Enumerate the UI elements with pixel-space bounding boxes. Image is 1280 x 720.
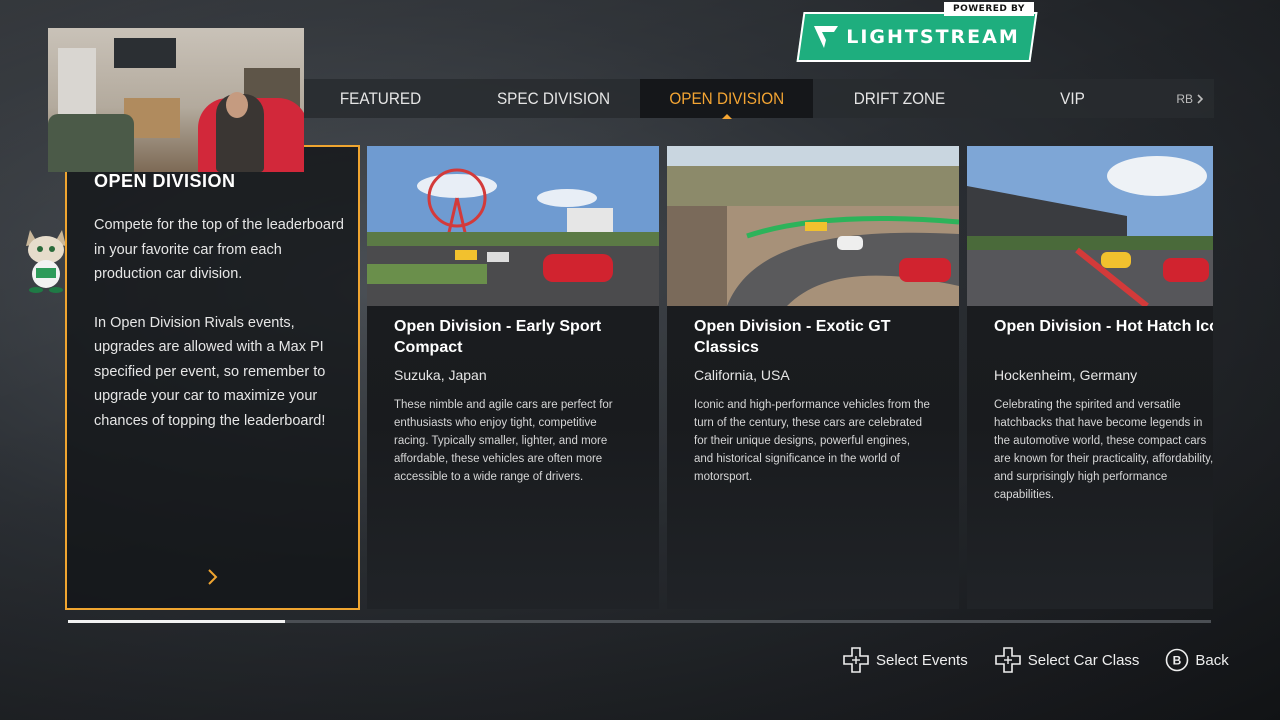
event-card[interactable]: Open Division - Exotic GT Classics Calif… — [667, 146, 959, 609]
select-car-class-hint[interactable]: Select Car Class — [994, 646, 1140, 674]
event-image — [367, 146, 659, 306]
dpad-icon — [843, 647, 869, 673]
lightstream-logo: LIGHTSTREAM — [796, 12, 1038, 62]
scroll-progress-bar — [68, 620, 1211, 623]
select-car-class-label: Select Car Class — [1027, 651, 1140, 669]
back-hint[interactable]: B Back — [1165, 648, 1229, 672]
rb-button-label: RB — [1176, 91, 1193, 106]
event-location: Hockenheim, Germany — [994, 367, 1138, 383]
event-title: Open Division - Hot Hatch Icons — [994, 318, 1213, 335]
back-label: Back — [1195, 651, 1229, 669]
event-card[interactable]: Open Division - Hot Hatch Icons Hockenhe… — [967, 146, 1213, 609]
next-tab-hint[interactable]: RB — [1176, 92, 1204, 106]
event-image — [967, 146, 1213, 306]
intro-title: OPEN DIVISION — [94, 171, 236, 191]
select-events-label: Select Events — [876, 651, 968, 669]
tab-featured[interactable]: FEATURED — [303, 79, 459, 118]
event-location: California, USA — [694, 367, 790, 383]
chevron-right-icon — [208, 569, 218, 585]
select-events-hint[interactable]: Select Events — [842, 646, 968, 674]
b-button-icon: B — [1166, 648, 1189, 672]
scroll-progress-fill — [68, 620, 286, 623]
lightstream-logo-icon — [814, 26, 839, 48]
event-location: Suzuka, Japan — [394, 367, 487, 383]
logo-text: LIGHTSTREAM — [846, 26, 1020, 48]
intro-body: Compete for the top of the leaderboard i… — [94, 213, 344, 433]
event-description: Iconic and high-performance vehicles fro… — [694, 399, 930, 483]
event-title: Open Division - Exotic GT Classics — [694, 318, 891, 356]
powered-by-label: POWERED BY — [944, 2, 1034, 16]
tab-spec-division[interactable]: SPEC DIVISION — [476, 79, 632, 118]
division-intro-card[interactable]: OPEN DIVISION Compete for the top of the… — [65, 145, 360, 610]
fox-mascot-icon — [26, 230, 66, 293]
tab-open-division[interactable]: OPEN DIVISION — [640, 79, 813, 119]
dpad-icon — [994, 647, 1021, 673]
event-description: These nimble and agile cars are perfect … — [394, 399, 613, 483]
event-title: Open Division - Early Sport Compact — [394, 318, 602, 356]
intro-paragraph: Compete for the top of the leaderboard i… — [94, 217, 344, 282]
intro-paragraph: In Open Division Rivals events, upgrades… — [94, 314, 326, 429]
chevron-right-icon — [1197, 93, 1204, 104]
event-card[interactable]: Open Division - Early Sport Compact Suzu… — [367, 146, 659, 609]
tab-drift-zone[interactable]: DRIFT ZONE — [822, 79, 978, 118]
controller-hints: Select Events Select Car Class B Back — [842, 646, 1229, 674]
svg-text:B: B — [1173, 654, 1182, 668]
event-description: Celebrating the spirited and versatile h… — [994, 399, 1213, 501]
tab-vip[interactable]: VIP — [995, 79, 1151, 118]
webcam-overlay — [48, 28, 304, 172]
event-image — [667, 146, 959, 306]
division-tabs: FEATURED SPEC DIVISION OPEN DIVISION DRI… — [294, 79, 1214, 119]
